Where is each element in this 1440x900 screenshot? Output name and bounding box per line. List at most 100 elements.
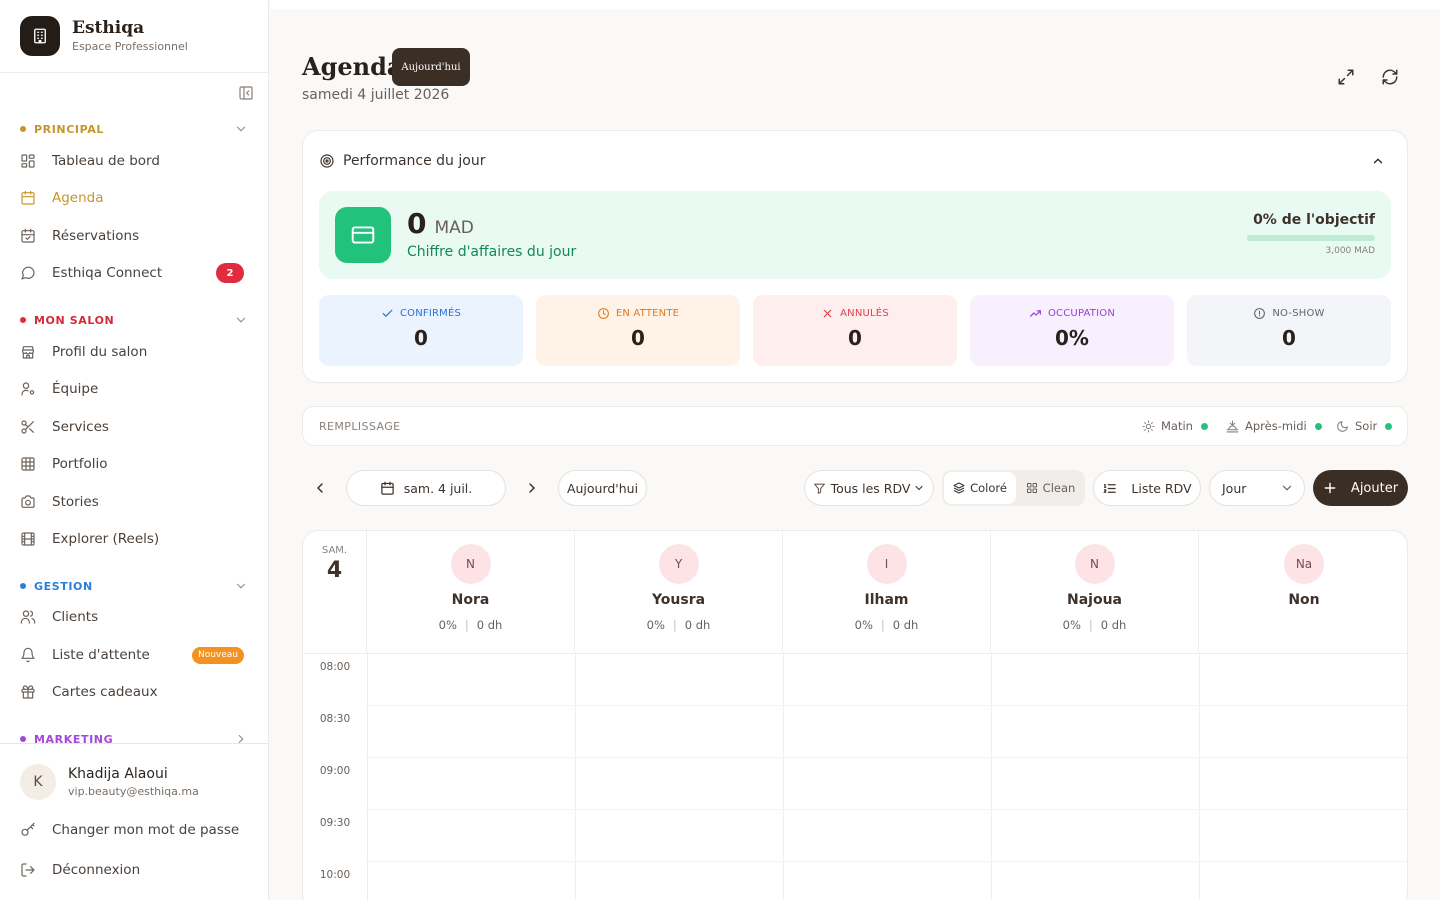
divider (0, 72, 268, 73)
stat-value: 0 (414, 326, 428, 350)
staff-name: Non (1288, 592, 1320, 608)
sidebar-item-salon-profile[interactable]: Profil du salon (20, 338, 244, 366)
plus-icon (1323, 481, 1337, 495)
staff-column-header[interactable]: I Ilham 0% | 0 dh (783, 531, 991, 653)
user-email: vip.beauty@esthiqa.ma (68, 785, 199, 798)
stat-value: 0% (1055, 326, 1089, 350)
previous-day-icon[interactable] (312, 480, 328, 496)
sidebar-item-waitlist[interactable]: Liste d'attente Nouveau (20, 641, 244, 669)
film-icon (20, 531, 36, 547)
user-profile[interactable]: K Khadija Alaoui vip.beauty@esthiqa.ma (20, 764, 199, 800)
stat-confirmed: CONFIRMÉS 0 (319, 295, 523, 366)
mode-clean-button[interactable]: Clean (1018, 472, 1083, 504)
view-select[interactable]: Jour (1209, 470, 1305, 506)
sidebar-item-reservations[interactable]: Réservations (20, 222, 244, 250)
calendar-icon (380, 481, 395, 496)
credit-card-icon (335, 207, 391, 263)
section-principal[interactable]: PRINCIPAL (20, 120, 248, 138)
time-label: 08:30 (319, 713, 351, 725)
today-chip-button[interactable]: Aujourd'hui (392, 48, 470, 86)
brand[interactable]: Esthiqa Espace Professionnel (20, 16, 188, 56)
staff-name: Najoua (1067, 592, 1122, 608)
staff-revenue: 0 dh (892, 618, 919, 632)
sidebar: Esthiqa Espace Professionnel PRINCIPAL T… (0, 0, 269, 900)
grid-icon (1026, 482, 1038, 494)
sidebar-item-services[interactable]: Services (20, 413, 244, 441)
filter-label: Tous les RDV (830, 480, 911, 496)
stat-label: CONFIRMÉS (381, 307, 461, 320)
stat-label-text: NO-SHOW (1272, 308, 1325, 319)
day-calendar: SAM. 4 N Nora 0% | 0 dh Y Yousra 0% | 0 dh I… (302, 530, 1408, 900)
refresh-icon[interactable] (1381, 68, 1399, 86)
staff-column-header[interactable]: Y Yousra 0% | 0 dh (575, 531, 783, 653)
chevron-up-icon[interactable] (1371, 154, 1385, 168)
section-gestion[interactable]: GESTION (20, 577, 248, 595)
staff-stats: 0% | 0 dh (438, 618, 503, 632)
time-label: 09:00 (319, 765, 351, 777)
avatar: I (866, 544, 907, 584)
stat-value: 0 (848, 326, 862, 350)
change-password-button[interactable]: Changer mon mot de passe (20, 816, 244, 844)
filter-dropdown[interactable]: Tous les RDV (804, 470, 934, 506)
sidebar-item-label: Liste d'attente (52, 647, 150, 663)
sidebar-item-team[interactable]: Équipe (20, 375, 244, 403)
list-view-button[interactable]: Liste RDV (1093, 470, 1201, 506)
trending-up-icon (1029, 307, 1042, 320)
staff-revenue: 0 dh (1100, 618, 1127, 632)
section-mon-salon[interactable]: MON SALON (20, 311, 248, 329)
slot-morning: Matin (1142, 419, 1208, 433)
sidebar-item-connect[interactable]: Esthiqa Connect 2 (20, 259, 244, 287)
sidebar-item-dashboard[interactable]: Tableau de bord (20, 147, 244, 175)
revenue-currency: MAD (434, 218, 474, 238)
fullscreen-icon[interactable] (1337, 68, 1355, 86)
logout-button[interactable]: Déconnexion (20, 856, 244, 884)
performance-header[interactable]: Performance du jour (319, 153, 485, 169)
sidebar-item-explorer[interactable]: Explorer (Reels) (20, 525, 244, 553)
staff-stats: 0% | 0 dh (854, 618, 919, 632)
avatar: Na (1284, 544, 1324, 584)
view-select-value: Jour (1222, 480, 1247, 496)
sidebar-item-gift-cards[interactable]: Cartes cadeaux (20, 678, 244, 706)
avatar: Y (658, 544, 699, 584)
user-cog-icon (20, 381, 36, 397)
gift-icon (20, 684, 36, 700)
sidebar-item-stories[interactable]: Stories (20, 488, 244, 516)
slot-label: Après-midi (1245, 419, 1307, 433)
sidebar-item-portfolio[interactable]: Portfolio (20, 450, 244, 478)
stats-row: CONFIRMÉS 0 EN ATTENTE 0 ANNULÉS 0 OCCUP… (319, 295, 1391, 366)
section-dot (20, 126, 26, 132)
staff-column-header[interactable]: N Najoua 0% | 0 dh (991, 531, 1199, 653)
next-day-icon[interactable] (524, 480, 540, 496)
notification-count-badge: 2 (216, 263, 244, 283)
grid-line (367, 809, 1407, 810)
day-number: 4 (326, 558, 343, 583)
collapse-sidebar-icon[interactable] (238, 85, 256, 101)
objective-percent: 0% de l'objectif (1253, 212, 1375, 228)
staff-revenue: 0 dh (684, 618, 711, 632)
time-label: 10:00 (319, 869, 351, 881)
sidebar-item-label: Services (52, 419, 109, 435)
clock-icon (597, 307, 610, 320)
column-divider (575, 653, 576, 900)
logout-label: Déconnexion (52, 862, 141, 878)
sidebar-item-agenda[interactable]: Agenda (20, 184, 244, 212)
sidebar-item-label: Esthiqa Connect (52, 265, 163, 281)
stat-label: EN ATTENTE (597, 307, 679, 320)
sidebar-item-clients[interactable]: Clients (20, 603, 244, 631)
grid-divider (303, 653, 1407, 654)
x-icon (821, 307, 834, 320)
staff-column-header[interactable]: N Nora 0% | 0 dh (367, 531, 575, 653)
today-button[interactable]: Aujourd'hui (558, 470, 647, 506)
scissors-icon (20, 419, 36, 435)
add-appointment-button[interactable]: Ajouter (1313, 470, 1408, 506)
mode-colored-button[interactable]: Coloré (944, 472, 1016, 504)
section-dot (20, 317, 26, 323)
staff-name: Yousra (651, 592, 706, 608)
staff-occupation: 0% (854, 618, 873, 632)
stat-label: NO-SHOW (1253, 307, 1324, 320)
staff-revenue: 0 dh (476, 618, 503, 632)
building-icon (20, 16, 60, 56)
staff-stats: 0% | 0 dh (646, 618, 711, 632)
date-picker-button[interactable]: sam. 4 juil. (346, 470, 506, 506)
staff-column-header[interactable]: Na Non (1199, 531, 1407, 653)
